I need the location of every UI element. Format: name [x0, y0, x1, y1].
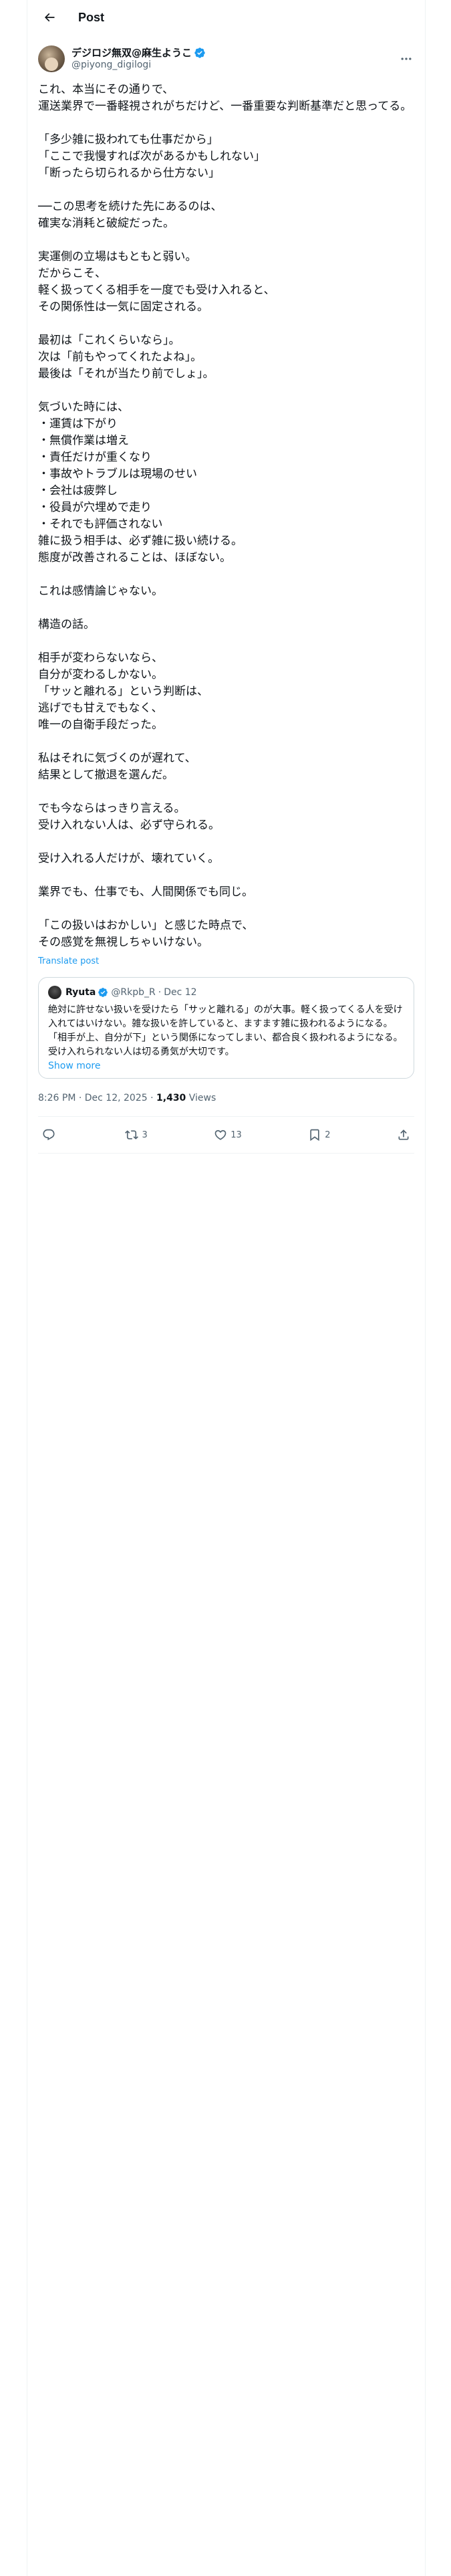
- verified-badge-icon: [194, 47, 206, 59]
- action-bar: 3 13 2: [38, 1116, 414, 1154]
- quoted-post[interactable]: Ryuta @Rkpb_R · Dec 12 絶対に許せない扱いを受けたら「サッ…: [38, 977, 414, 1079]
- repost-count: 3: [142, 1130, 148, 1140]
- meta-separator: ·: [147, 1093, 157, 1103]
- share-icon: [398, 1130, 409, 1140]
- bookmark-count: 2: [325, 1130, 331, 1140]
- author-names: デジロジ無双@麻生ようこ @piyong_digilogi: [71, 47, 206, 71]
- avatar[interactable]: [38, 45, 65, 72]
- quote-date: Dec 12: [164, 987, 197, 998]
- show-more-link[interactable]: Show more: [48, 1061, 404, 1071]
- post-timestamp[interactable]: 8:26 PM · Dec 12, 2025: [38, 1093, 148, 1103]
- post: デジロジ無双@麻生ようこ @piyong_digilogi これ、本当にその通り…: [27, 44, 425, 1154]
- back-button[interactable]: [38, 6, 61, 29]
- back-arrow-icon: [44, 13, 55, 22]
- repost-icon: [125, 1130, 139, 1140]
- views-count: 1,430: [156, 1093, 186, 1103]
- reply-button[interactable]: [42, 1128, 59, 1142]
- quote-avatar: [48, 986, 61, 999]
- verified-badge-icon: [98, 987, 108, 998]
- reply-icon: [43, 1129, 55, 1141]
- quote-handle: @Rkpb_R: [111, 987, 156, 998]
- display-name-text: デジロジ無双@麻生ようこ: [71, 47, 192, 59]
- like-button[interactable]: 13: [214, 1128, 242, 1142]
- views-label: Views: [186, 1093, 216, 1103]
- quote-header: Ryuta @Rkpb_R · Dec 12: [48, 986, 404, 999]
- quote-separator: ·: [158, 987, 162, 998]
- quote-author-name: Ryuta: [65, 987, 96, 998]
- like-icon: [214, 1130, 227, 1140]
- share-button[interactable]: [397, 1128, 410, 1142]
- bookmark-button[interactable]: 2: [308, 1128, 331, 1142]
- author-row: デジロジ無双@麻生ようこ @piyong_digilogi: [38, 44, 414, 74]
- post-meta: 8:26 PM · Dec 12, 2025 · 1,430 Views: [38, 1091, 414, 1105]
- quote-text: 絶対に許せない扱いを受けたら「サッと離れる」のが大事。軽く扱ってくる人を受け入れ…: [48, 1004, 403, 1057]
- handle[interactable]: @piyong_digilogi: [71, 59, 206, 71]
- more-icon: [401, 58, 412, 60]
- like-count: 13: [231, 1130, 242, 1140]
- more-button[interactable]: [398, 51, 414, 67]
- top-bar: Post: [27, 0, 425, 35]
- post-text: これ、本当にその通りで、 運送業界で一番軽視されがちだけど、一番重要な判断基準だ…: [38, 83, 412, 949]
- main-column: Post デジロジ無双@麻生ようこ @piyong_digilogi これ、本当…: [27, 0, 426, 2576]
- display-name[interactable]: デジロジ無双@麻生ようこ: [71, 47, 206, 59]
- translate-post-link[interactable]: Translate post: [38, 956, 414, 966]
- bookmark-icon: [310, 1129, 319, 1142]
- repost-button[interactable]: 3: [125, 1128, 148, 1142]
- page-title: Post: [78, 10, 105, 24]
